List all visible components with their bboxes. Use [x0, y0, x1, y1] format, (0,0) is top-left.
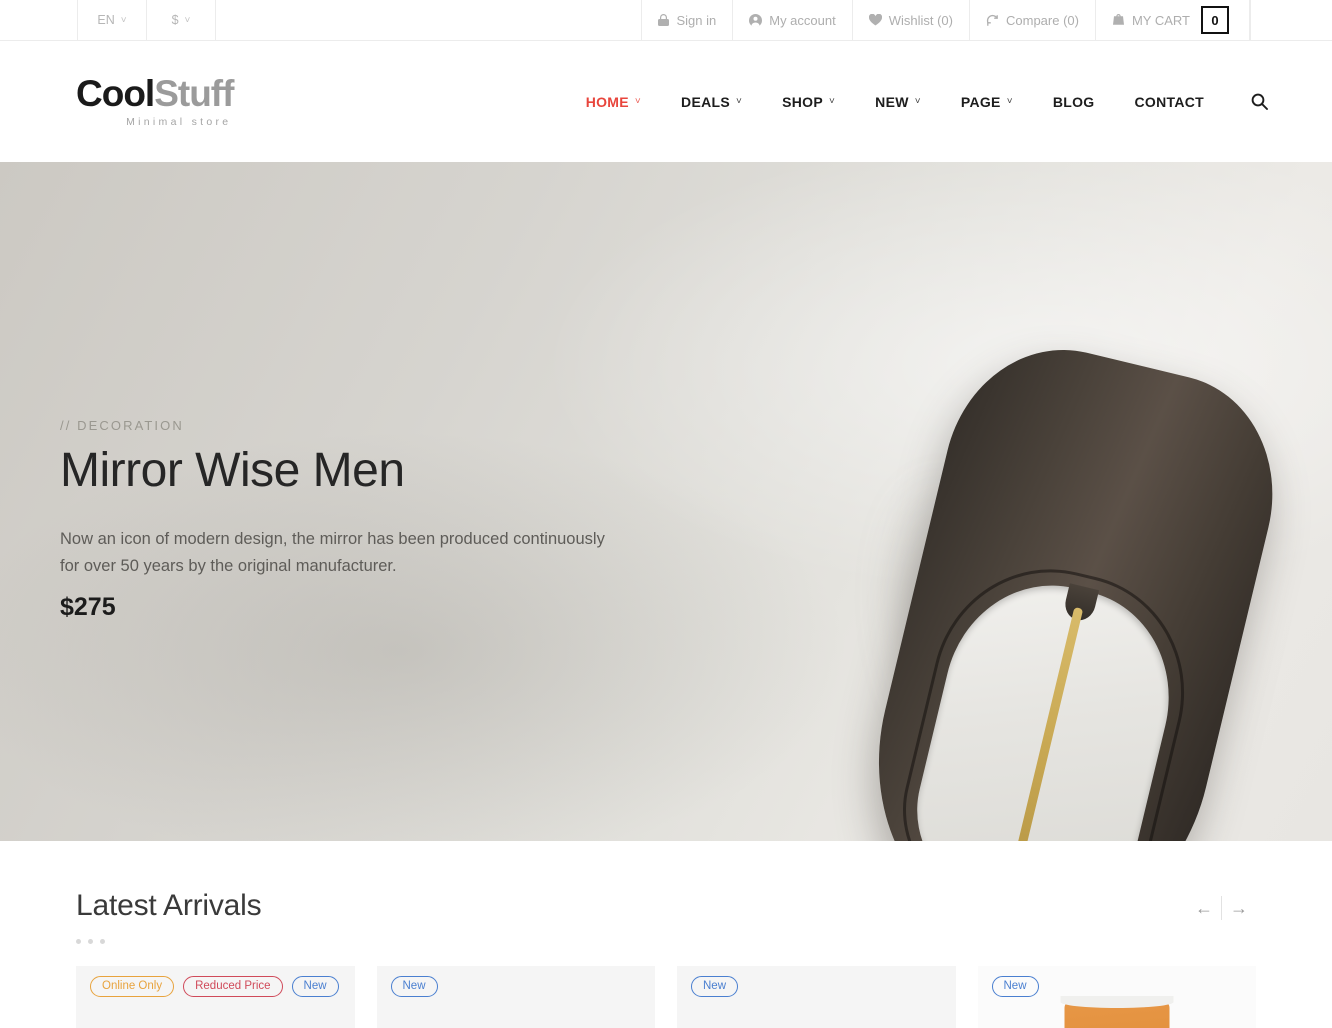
compare-label: Compare (0): [1006, 12, 1079, 28]
language-label: EN: [97, 13, 115, 27]
topbar-gap: [216, 0, 642, 40]
lock-icon: [658, 13, 670, 27]
product-badges: New: [691, 976, 739, 997]
nav-item-deals[interactable]: DEALS ˅: [661, 94, 762, 110]
latest-arrivals-header: Latest Arrivals ← →: [76, 889, 1256, 944]
latest-arrivals-section: Latest Arrivals ← → Online Only Reduced …: [0, 841, 1332, 1028]
dot-decoration: [88, 939, 93, 944]
hero-banner[interactable]: // DECORATION Mirror Wise Men Now an ico…: [0, 162, 1332, 841]
logo-part-two: Stuff: [154, 73, 234, 115]
chevron-down-icon: ˅: [914, 96, 921, 107]
compare-link[interactable]: Compare (0): [969, 0, 1096, 40]
carousel-controls: ← →: [1187, 895, 1256, 921]
product-card[interactable]: Online Only Reduced Price New: [76, 966, 355, 1028]
product-card[interactable]: New: [977, 966, 1256, 1028]
wishlist-link[interactable]: Wishlist (0): [851, 0, 970, 40]
nav-label-shop: SHOP: [782, 93, 824, 110]
top-utility-bar: EN ˅ $ ˅ Sign in My account Wishlist (0)…: [0, 0, 1332, 41]
chevron-down-icon: ˅: [735, 96, 743, 107]
bag-icon: [1112, 14, 1125, 26]
nav-item-page[interactable]: PAGE ˅: [941, 94, 1033, 110]
product-card[interactable]: New: [376, 966, 655, 1028]
chevron-down-icon: ˅: [120, 14, 127, 26]
currency-selector[interactable]: $ ˅: [146, 0, 216, 40]
chevron-down-icon: ˅: [829, 96, 836, 107]
latest-arrivals-heading-group: Latest Arrivals: [76, 889, 262, 944]
hero-price: $275: [60, 593, 116, 622]
nav-label-blog: BLOG: [1052, 93, 1095, 110]
nav-label-page: PAGE: [960, 93, 1001, 110]
badge-new: New: [291, 976, 339, 997]
dot-decoration: [100, 939, 105, 944]
language-selector[interactable]: EN ˅: [77, 0, 147, 40]
product-badges: New: [390, 976, 438, 997]
product-badges: Online Only Reduced Price New: [90, 976, 339, 997]
search-icon[interactable]: [1246, 89, 1272, 115]
arrow-left-icon[interactable]: ←: [1187, 895, 1221, 921]
nav-label-new: NEW: [875, 93, 909, 110]
badge-online-only: Online Only: [90, 976, 175, 997]
badge-new: New: [390, 976, 438, 997]
site-logo[interactable]: CoolStuff Minimal store: [76, 73, 234, 129]
section-title: Latest Arrivals: [76, 889, 262, 922]
main-navigation: HOME ˅ DEALS ˅ SHOP ˅ NEW ˅ PAGE ˅ BLOG …: [566, 89, 1272, 115]
badge-new: New: [691, 976, 739, 997]
wishlist-label: Wishlist (0): [888, 12, 953, 28]
topbar-left-spacer: [0, 0, 78, 40]
currency-label: $: [171, 13, 179, 27]
nav-label-deals: DEALS: [681, 93, 730, 110]
section-title-dots: [76, 939, 261, 944]
nav-label-contact: CONTACT: [1134, 93, 1204, 110]
product-thumbnail: [1060, 996, 1174, 1028]
user-icon: [749, 13, 763, 27]
nav-item-blog[interactable]: BLOG: [1033, 94, 1115, 110]
logo-tagline: Minimal store: [126, 116, 232, 129]
hero-copy-block: // DECORATION Mirror Wise Men Now an ico…: [60, 418, 620, 622]
my-account-link[interactable]: My account: [732, 0, 853, 40]
nav-item-shop[interactable]: SHOP ˅: [762, 94, 855, 110]
nav-item-home[interactable]: HOME ˅: [566, 94, 661, 110]
badge-new: New: [991, 976, 1039, 997]
hero-title: Mirror Wise Men: [60, 444, 405, 497]
cart-link[interactable]: MY CART 0: [1094, 0, 1250, 40]
site-header: CoolStuff Minimal store HOME ˅ DEALS ˅ S…: [0, 41, 1332, 162]
arrow-right-icon[interactable]: →: [1222, 895, 1256, 921]
topbar-user-links: Sign in My account Wishlist (0) Compare …: [641, 0, 1250, 40]
sign-in-label: Sign in: [676, 12, 717, 28]
nav-item-contact[interactable]: CONTACT: [1115, 94, 1225, 110]
hero-description: Now an icon of modern design, the mirror…: [60, 529, 605, 575]
cart-label: MY CART: [1131, 12, 1190, 28]
nav-label-home: HOME: [585, 93, 629, 110]
product-carousel: Online Only Reduced Price New New New Ne…: [76, 966, 1256, 1028]
my-account-label: My account: [769, 12, 836, 28]
heart-icon: [868, 14, 882, 26]
nav-item-new[interactable]: NEW ˅: [855, 94, 941, 110]
chevron-down-icon: ˅: [184, 14, 191, 26]
logo-wordmark: CoolStuff: [76, 73, 234, 115]
cart-count-badge: 0: [1201, 6, 1229, 34]
badge-reduced-price: Reduced Price: [183, 976, 283, 997]
logo-part-one: Cool: [76, 73, 155, 115]
product-badges: New: [991, 976, 1039, 997]
topbar-right-spacer: [1250, 0, 1332, 40]
dot-decoration: [76, 939, 81, 944]
chevron-down-icon: ˅: [1006, 96, 1013, 107]
product-card[interactable]: New: [677, 966, 956, 1028]
hero-category-kicker: // DECORATION: [60, 418, 184, 433]
chevron-down-icon: ˅: [634, 96, 642, 107]
sign-in-link[interactable]: Sign in: [641, 0, 734, 40]
compare-icon: [986, 14, 999, 27]
